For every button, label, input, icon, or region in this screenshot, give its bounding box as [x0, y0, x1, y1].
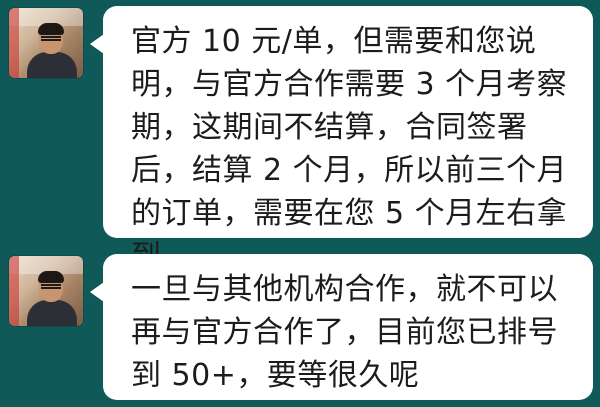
- avatar-glasses: [41, 36, 61, 41]
- message-bubble[interactable]: 一旦与其他机构合作，就不可以再与官方合作了，目前您已排号到 50+，要等很久呢: [103, 254, 593, 400]
- message-text: 官方 10 元/单，但需要和您说明，与官方合作需要 3 个月考察期，这期间不结算…: [131, 24, 568, 274]
- message-row: 一旦与其他机构合作，就不可以再与官方合作了，目前您已排号到 50+，要等很久呢: [0, 248, 600, 407]
- bubble-tail: [90, 282, 104, 302]
- avatar-body: [27, 300, 77, 326]
- avatar-hair: [38, 271, 64, 283]
- chat-transcript: 官方 10 元/单，但需要和您说明，与官方合作需要 3 个月考察期，这期间不结算…: [0, 0, 600, 407]
- avatar-glasses: [41, 284, 61, 289]
- avatar[interactable]: [9, 256, 83, 326]
- bubble-tail: [90, 34, 104, 54]
- message-bubble[interactable]: 官方 10 元/单，但需要和您说明，与官方合作需要 3 个月考察期，这期间不结算…: [103, 6, 593, 274]
- avatar-hair: [38, 23, 64, 35]
- avatar[interactable]: [9, 8, 83, 78]
- message-text: 一旦与其他机构合作，就不可以再与官方合作了，目前您已排号到 50+，要等很久呢: [131, 272, 558, 393]
- avatar-body: [27, 52, 77, 78]
- message-row: 官方 10 元/单，但需要和您说明，与官方合作需要 3 个月考察期，这期间不结算…: [0, 0, 600, 274]
